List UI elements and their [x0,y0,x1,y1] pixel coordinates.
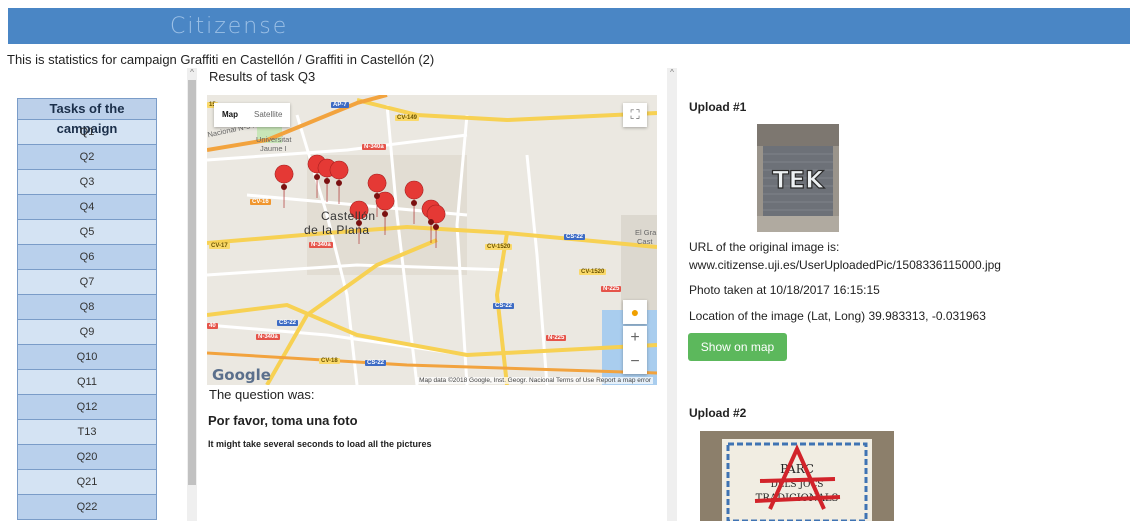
image-url-text: URL of the original image is: www.citize… [689,240,1001,272]
task-row[interactable]: Q11 [17,370,157,395]
scroll-up-icon[interactable]: ^ [187,68,197,78]
road-label: CV-149 [395,115,420,121]
road-label: N-225 [546,335,567,341]
upload-image[interactable]: TEK [757,124,839,232]
fullscreen-icon[interactable]: ⛶ [623,103,647,127]
task-row[interactable]: Q20 [17,445,157,470]
road-label: AP-7 [331,102,349,108]
road-label: N-225 [601,286,622,292]
road-label: N-340a [256,334,280,340]
task-row[interactable]: Q10 [17,345,157,370]
road-label: CV-18 [319,358,340,364]
road-label: N-340a [362,144,386,150]
task-row[interactable]: Q3 [17,170,157,195]
map-city-label: Castellón [321,209,376,223]
graffiti-image: TEK [757,124,839,232]
upload-title: Upload #1 [689,100,747,114]
graffiti-text: TEK [772,166,825,194]
road-label: CV-1520 [579,269,607,275]
task-row[interactable]: Q9 [17,320,157,345]
task-row[interactable]: Q12 [17,395,157,420]
task-row[interactable]: Q1 [17,120,157,145]
map-type-map-button[interactable]: Map [214,103,246,127]
task-row[interactable]: Q4 [17,195,157,220]
tasks-table: Tasks of the campaign Q1 Q2 Q3 Q4 Q5 Q6 … [17,98,157,520]
map-label: Cast [637,237,653,246]
task-row[interactable]: Q7 [17,270,157,295]
map-type-control: Map Satellite [214,103,291,127]
uploads-scrollbar[interactable]: ^ [667,68,677,521]
scroll-up-icon[interactable]: ^ [667,68,677,78]
road-label: CV-17 [209,243,230,249]
google-logo: Google [212,366,271,384]
road-label: CS-22 [365,360,387,366]
road-label: N-340a [309,242,333,248]
question-text: Por favor, toma una foto [208,413,358,428]
task-row[interactable]: Q5 [17,220,157,245]
top-bar: Citizense [8,8,1130,44]
question-label: The question was: [209,387,315,402]
road-label: CS-22 [493,303,515,309]
intro-text: This is statistics for campaign Graffiti… [7,52,435,67]
brand-logo[interactable]: Citizense [170,14,288,39]
map-label: El Gra [635,228,657,237]
results-map[interactable]: AP-7 CV-149 N-340a CV-16 CV-17 N-340a CV… [207,95,657,385]
tile-sign-image: PARC DELS JOCS TRADICIONALS [700,431,894,521]
road-label: CS-22 [564,234,586,240]
road-label: CV-16 [250,199,271,205]
map-city-label: de la Plana [304,223,370,237]
road-label: CS-22 [277,320,299,326]
road-label: CV-1520 [485,244,513,250]
show-on-map-button[interactable]: Show on map [688,333,787,361]
zoom-out-icon[interactable]: − [623,350,647,374]
map-attribution[interactable]: Map data ©2018 Google, Inst. Geogr. Naci… [417,377,653,384]
task-row[interactable]: Q8 [17,295,157,320]
task-row[interactable]: T13 [17,420,157,445]
task-row[interactable]: Q6 [17,245,157,270]
tasks-table-header: Tasks of the campaign [17,98,157,136]
road-label: 40 [207,323,218,329]
loading-note: It might take several seconds to load al… [208,439,432,449]
zoom-in-icon[interactable]: + [623,326,647,350]
zoom-control: + − [623,326,647,374]
scrollbar-thumb[interactable] [188,80,196,485]
image-location-text: Location of the image (Lat, Long) 39.983… [689,309,986,323]
results-title: Results of task Q3 [209,69,316,84]
upload-title: Upload #2 [689,406,747,420]
map-label: Universitat [256,135,292,144]
pegman-icon[interactable]: ● [623,300,647,324]
map-label: Jaume I [260,144,287,153]
upload-image[interactable]: PARC DELS JOCS TRADICIONALS [700,431,894,521]
task-row[interactable]: Q2 [17,145,157,170]
map-type-satellite-button[interactable]: Satellite [246,103,290,127]
task-row[interactable]: Q21 [17,470,157,495]
results-scrollbar[interactable]: ^ [187,68,197,521]
task-row[interactable]: Q22 [17,495,157,520]
photo-taken-text: Photo taken at 10/18/2017 16:15:15 [689,283,880,297]
